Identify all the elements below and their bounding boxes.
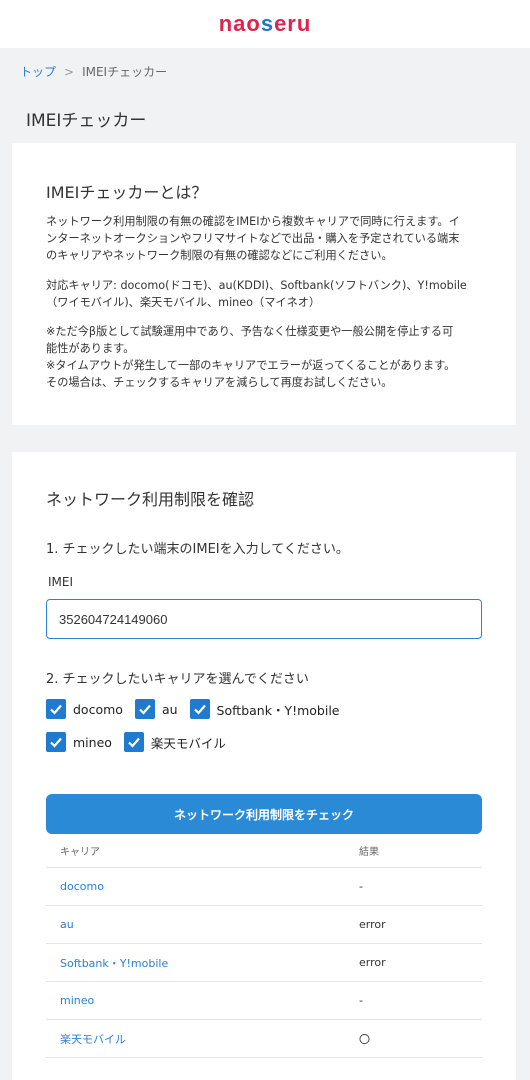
breadcrumb-current: IMEIチェッカー xyxy=(82,65,168,79)
table-row: docomo - xyxy=(46,868,482,906)
carrier-checkbox-docomo[interactable]: docomo xyxy=(46,699,123,719)
table-row: Softbank・Y!mobile error xyxy=(46,944,482,982)
checkbox-checked-icon[interactable] xyxy=(46,732,66,752)
supported-carriers-text: 対応キャリア: docomo(ドコモ)、au(KDDI)、Softbank(ソフ… xyxy=(46,279,467,309)
results-header-row: キャリア 結果 xyxy=(46,834,482,868)
carrier-checkbox-au[interactable]: au xyxy=(134,699,178,719)
breadcrumb-home-link[interactable]: トップ xyxy=(20,63,56,80)
carrier-checkbox-row: mineo 楽天モバイル xyxy=(46,732,238,752)
site-header: naoseru xyxy=(0,0,530,48)
checkbox-checked-icon[interactable] xyxy=(123,732,144,752)
breadcrumb-separator: > xyxy=(64,64,75,79)
carrier-checkbox-mineo[interactable]: mineo xyxy=(46,732,112,752)
table-row: mineo - xyxy=(46,982,482,1020)
carrier-checkbox-softbank[interactable]: Softbank・Y!mobile xyxy=(189,699,340,719)
check-title: ネットワーク利用制限を確認 xyxy=(46,490,255,509)
result-value: error xyxy=(359,918,386,931)
about-description: ネットワーク利用制限の有無の確認をIMEIから複数キャリアで同時に行えます。イ … xyxy=(46,215,460,262)
carrier-link[interactable]: 楽天モバイル xyxy=(46,1031,359,1047)
imei-input[interactable] xyxy=(46,599,482,639)
carrier-link[interactable]: Softbank・Y!mobile xyxy=(46,955,359,971)
result-value: 〇 xyxy=(359,1032,370,1046)
results-table: キャリア 結果 docomo - au error Softbank・Y!mob… xyxy=(46,834,482,1058)
column-header-carrier: キャリア xyxy=(60,847,100,858)
result-value: - xyxy=(359,994,363,1007)
carrier-checkbox-rakuten[interactable]: 楽天モバイル xyxy=(123,732,226,752)
table-row: 楽天モバイル 〇 xyxy=(46,1020,482,1058)
result-value: error xyxy=(359,956,386,969)
check-network-restriction-button[interactable]: ネットワーク利用制限をチェック xyxy=(46,794,482,834)
carrier-link[interactable]: docomo xyxy=(46,880,359,893)
result-value: - xyxy=(359,880,363,893)
checkbox-checked-icon[interactable] xyxy=(134,699,155,719)
column-header-result: 結果 xyxy=(359,847,379,858)
about-card: IMEIチェッカーとは？ ネットワーク利用制限の有無の確認をIMEIから複数キャ… xyxy=(12,143,516,425)
table-row: au error xyxy=(46,906,482,944)
about-title: IMEIチェッカーとは？ xyxy=(46,183,208,202)
checkbox-checked-icon[interactable] xyxy=(46,699,66,719)
check-card: ネットワーク利用制限を確認 1. チェックしたい端末のIMEIを入力してください… xyxy=(12,452,516,1080)
carrier-link[interactable]: au xyxy=(46,918,359,931)
carrier-checkbox-row: docomo au Softbank・Y!mobile xyxy=(46,699,352,719)
step2-label: 2. チェックしたいキャリアを選んでください xyxy=(46,672,309,687)
notice-text: ※ただ今β版として試験運用中であり、予告なく仕様変更や一般公開を停止する可 能性… xyxy=(46,325,456,389)
checkbox-checked-icon[interactable] xyxy=(189,699,210,719)
imei-label: IMEI xyxy=(48,575,74,589)
page-title: IMEIチェッカー xyxy=(26,111,147,131)
step1-label: 1. チェックしたい端末のIMEIを入力してください。 xyxy=(46,542,349,557)
carrier-link[interactable]: mineo xyxy=(46,994,359,1007)
breadcrumb: トップ > IMEIチェッカー xyxy=(20,63,167,80)
site-logo[interactable]: naoseru xyxy=(219,11,312,37)
